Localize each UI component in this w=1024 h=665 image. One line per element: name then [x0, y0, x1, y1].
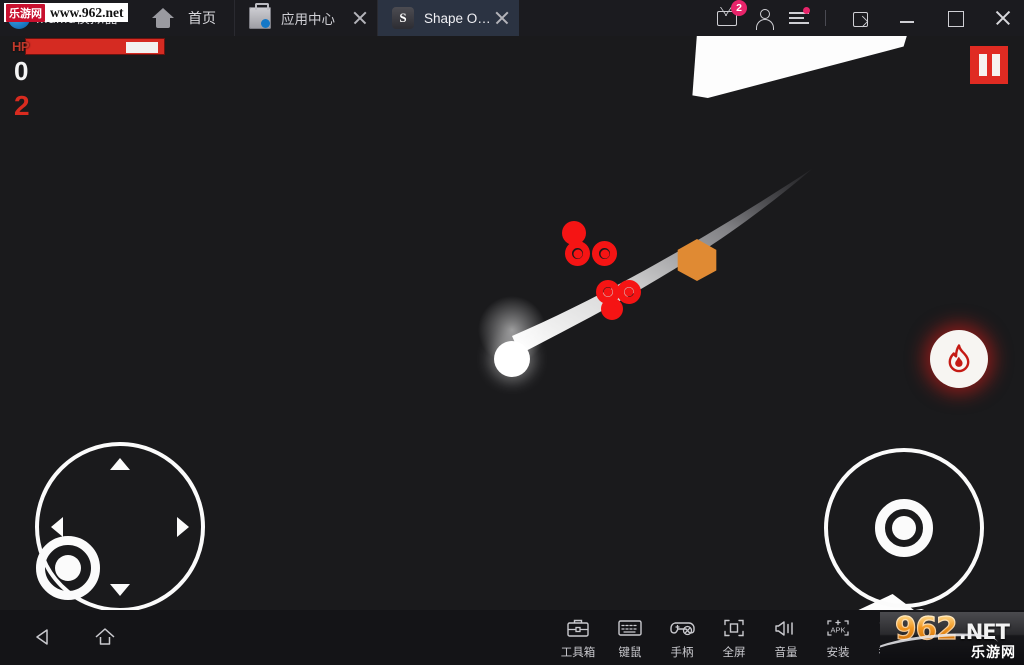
close-icon — [992, 7, 1014, 29]
title-bar: MuMu模拟器 首页 应用中心 S Shape Of ... 2 — [0, 0, 1024, 36]
minimize-button[interactable] — [890, 0, 924, 36]
bottom-toolbar: 工具箱 键鼠 手柄 全屏 音量 APK 安装 — [0, 610, 1024, 665]
maximize-icon — [944, 7, 966, 29]
watermark-cn-text: 乐游网 — [6, 3, 45, 22]
app-s-icon: S — [392, 7, 414, 29]
briefcase-icon — [249, 3, 271, 29]
tool-label: 工具箱 — [560, 646, 596, 659]
aim-joystick-core — [892, 516, 916, 540]
orange-hexagon-pickup — [677, 239, 717, 281]
enemy-ring — [601, 298, 623, 320]
tool-label: 安装 — [826, 646, 850, 659]
trail-path — [512, 169, 812, 354]
tab-shape-of-game[interactable]: S Shape Of ... — [377, 0, 519, 36]
notification-dot-icon — [803, 7, 810, 14]
pause-icon — [991, 54, 1000, 76]
aim-joystick[interactable] — [824, 448, 984, 608]
hp-label: HP — [12, 39, 30, 54]
tab-app-center[interactable]: 应用中心 — [234, 0, 377, 36]
titlebar-spacer — [519, 0, 717, 36]
mail-button[interactable]: 2 — [717, 0, 747, 29]
enemy-ring — [617, 280, 641, 304]
home-button[interactable] — [92, 624, 120, 652]
toolbox-icon — [566, 616, 590, 640]
home-icon — [152, 8, 174, 28]
close-icon[interactable] — [491, 7, 513, 29]
pause-button[interactable] — [970, 46, 1008, 84]
flame-icon — [948, 344, 970, 373]
tab-label: 应用中心 — [281, 12, 335, 27]
volume-icon — [773, 616, 799, 640]
watermark-logo: 962 .NET 乐游网 — [880, 612, 1024, 665]
toolbox-button[interactable]: 工具箱 — [552, 616, 604, 660]
fire-button[interactable] — [930, 330, 988, 388]
home-nav-button[interactable]: 首页 — [138, 0, 234, 36]
hp-segment-marker — [126, 42, 159, 53]
score-value: 0 — [14, 56, 29, 86]
watermark-title: 乐游网 www.962.net — [4, 3, 128, 22]
minimize-icon — [896, 7, 918, 29]
tab-label: Shape Of ... — [424, 10, 491, 26]
tool-label: 全屏 — [722, 646, 746, 659]
fullscreen-icon — [722, 616, 746, 640]
back-button[interactable] — [30, 624, 58, 652]
white-polygon-top — [692, 36, 908, 98]
gamepad-button[interactable]: 手柄 — [656, 616, 708, 660]
tool-label: 手柄 — [670, 646, 694, 659]
tool-label: 键鼠 — [618, 646, 642, 659]
home-label: 首页 — [188, 10, 216, 26]
dpad-right-icon[interactable] — [177, 517, 189, 537]
restore-window-icon — [853, 12, 868, 27]
close-icon[interactable] — [349, 7, 371, 29]
emulator-window: MuMu模拟器 首页 应用中心 S Shape Of ... 2 — [0, 0, 1024, 665]
player-ball — [494, 341, 530, 377]
dpad-down-icon[interactable] — [110, 584, 130, 596]
back-icon — [36, 628, 48, 645]
tool-label: 音量 — [774, 646, 798, 659]
keyboard-mouse-button[interactable]: 键鼠 — [604, 616, 656, 660]
home-icon — [95, 627, 115, 645]
maximize-button[interactable] — [938, 0, 972, 36]
apk-install-button[interactable]: APK 安装 — [812, 616, 864, 660]
android-nav-group — [0, 624, 120, 652]
hp-track — [25, 38, 166, 55]
lives-value: 2 — [14, 90, 30, 121]
game-viewport[interactable]: HP 0 2 — [0, 36, 1024, 610]
aim-joystick-ring — [875, 499, 933, 557]
svg-text:APK: APK — [830, 625, 845, 634]
watermark-url-text: www.962.net — [50, 4, 124, 20]
dpad-up-icon[interactable] — [110, 458, 130, 470]
user-icon[interactable] — [753, 7, 775, 30]
health-bar: HP — [12, 38, 166, 55]
apk-install-icon: APK — [824, 616, 852, 640]
pause-icon — [978, 54, 987, 76]
gamepad-icon — [668, 616, 696, 640]
enemy-ring — [565, 241, 590, 266]
keyboard-icon — [617, 616, 643, 640]
mail-badge: 2 — [731, 0, 747, 16]
volume-button[interactable]: 音量 — [760, 616, 812, 660]
fullscreen-button[interactable]: 全屏 — [708, 616, 760, 660]
enemy-ring — [592, 241, 617, 266]
titlebar-tools: 2 — [717, 0, 1024, 36]
divider — [825, 10, 826, 26]
dpad-left-icon[interactable] — [51, 517, 63, 537]
menu-icon[interactable] — [789, 7, 810, 29]
restore-window-button[interactable] — [842, 0, 876, 36]
close-window-button[interactable] — [986, 0, 1020, 36]
move-joystick-knob[interactable] — [36, 536, 100, 600]
